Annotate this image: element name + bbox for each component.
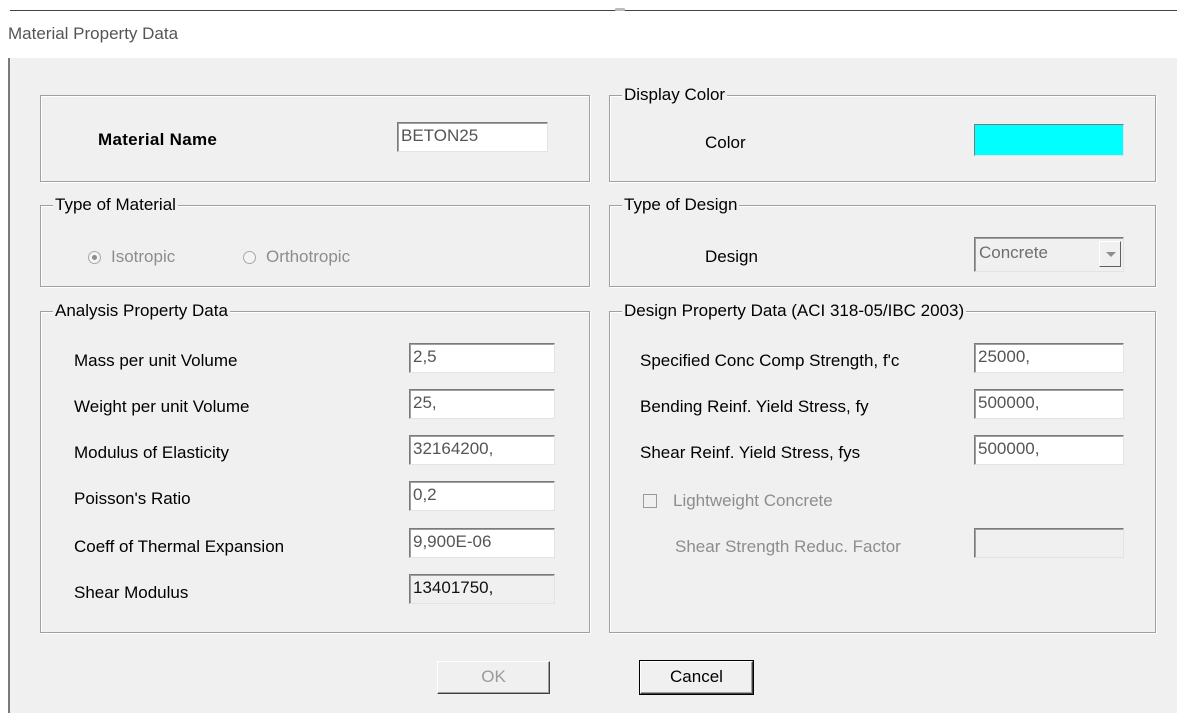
lightweight-checkbox[interactable] xyxy=(643,494,657,508)
lightweight-label: Lightweight Concrete xyxy=(673,491,833,510)
fy-label: Bending Reinf. Yield Stress, fy xyxy=(640,397,869,416)
analysis-property-legend: Analysis Property Data xyxy=(53,301,230,321)
weight-input[interactable]: 25, xyxy=(409,389,555,419)
orthotropic-label: Orthotropic xyxy=(266,247,351,266)
color-swatch-button[interactable] xyxy=(974,124,1124,156)
weight-label: Weight per unit Volume xyxy=(74,397,250,416)
mass-input[interactable]: 2,5 xyxy=(409,343,555,373)
material-name-label: Material Name xyxy=(98,130,218,149)
type-of-material-group: Type of Material Isotropic Orthotropic xyxy=(40,195,590,287)
analysis-property-group: Analysis Property Data Mass per unit Vol… xyxy=(40,301,590,633)
shear-modulus-value: 13401750, xyxy=(409,574,555,604)
chevron-down-icon[interactable] xyxy=(1099,241,1121,267)
cancel-button[interactable]: Cancel xyxy=(639,660,754,695)
material-name-input[interactable]: BETON25 xyxy=(397,122,548,152)
reduc-factor-input[interactable] xyxy=(974,528,1124,558)
fc-input[interactable]: 25000, xyxy=(974,343,1124,373)
design-property-group: Design Property Data (ACI 318-05/IBC 200… xyxy=(609,301,1156,633)
reduc-factor-label: Shear Strength Reduc. Factor xyxy=(675,537,901,556)
color-label: Color xyxy=(705,133,746,152)
modulus-input[interactable]: 32164200, xyxy=(409,435,555,465)
fys-input[interactable]: 500000, xyxy=(974,435,1124,465)
type-of-design-legend: Type of Design xyxy=(622,195,740,215)
design-property-legend: Design Property Data (ACI 318-05/IBC 200… xyxy=(622,301,967,321)
type-of-material-legend: Type of Material xyxy=(53,195,178,215)
orthotropic-radio[interactable] xyxy=(243,251,256,264)
fy-input[interactable]: 500000, xyxy=(974,389,1124,419)
poisson-input[interactable]: 0,2 xyxy=(409,481,555,511)
dialog-client-area: Material Name BETON25 Display Color Colo… xyxy=(8,58,1177,713)
thermal-input[interactable]: 9,900E-06 xyxy=(409,528,555,558)
radio-selected-dot xyxy=(92,255,97,260)
mass-label: Mass per unit Volume xyxy=(74,351,238,370)
ok-button[interactable]: OK xyxy=(437,661,550,694)
window-left-edge xyxy=(8,58,10,713)
design-label: Design xyxy=(705,247,758,266)
title-bar: Material Property Data xyxy=(0,0,1177,58)
poisson-label: Poisson's Ratio xyxy=(74,489,191,508)
window-resize-grip[interactable] xyxy=(615,8,625,11)
material-name-panel: Material Name BETON25 xyxy=(40,95,590,182)
thermal-label: Coeff of Thermal Expansion xyxy=(74,537,285,556)
display-color-legend: Display Color xyxy=(622,85,728,105)
window-top-edge xyxy=(10,10,1177,11)
type-of-design-group: Type of Design Design Concrete xyxy=(609,195,1156,287)
design-dropdown-value: Concrete xyxy=(979,243,1048,262)
window-title: Material Property Data xyxy=(8,24,179,43)
isotropic-label: Isotropic xyxy=(111,247,176,266)
design-dropdown[interactable]: Concrete xyxy=(974,237,1124,272)
display-color-group: Display Color Color xyxy=(609,85,1156,182)
fys-label: Shear Reinf. Yield Stress, fys xyxy=(640,443,861,462)
fc-label: Specified Conc Comp Strength, f'c xyxy=(640,351,900,370)
isotropic-radio[interactable] xyxy=(88,251,101,264)
modulus-label: Modulus of Elasticity xyxy=(74,443,229,462)
shear-modulus-label: Shear Modulus xyxy=(74,583,189,602)
